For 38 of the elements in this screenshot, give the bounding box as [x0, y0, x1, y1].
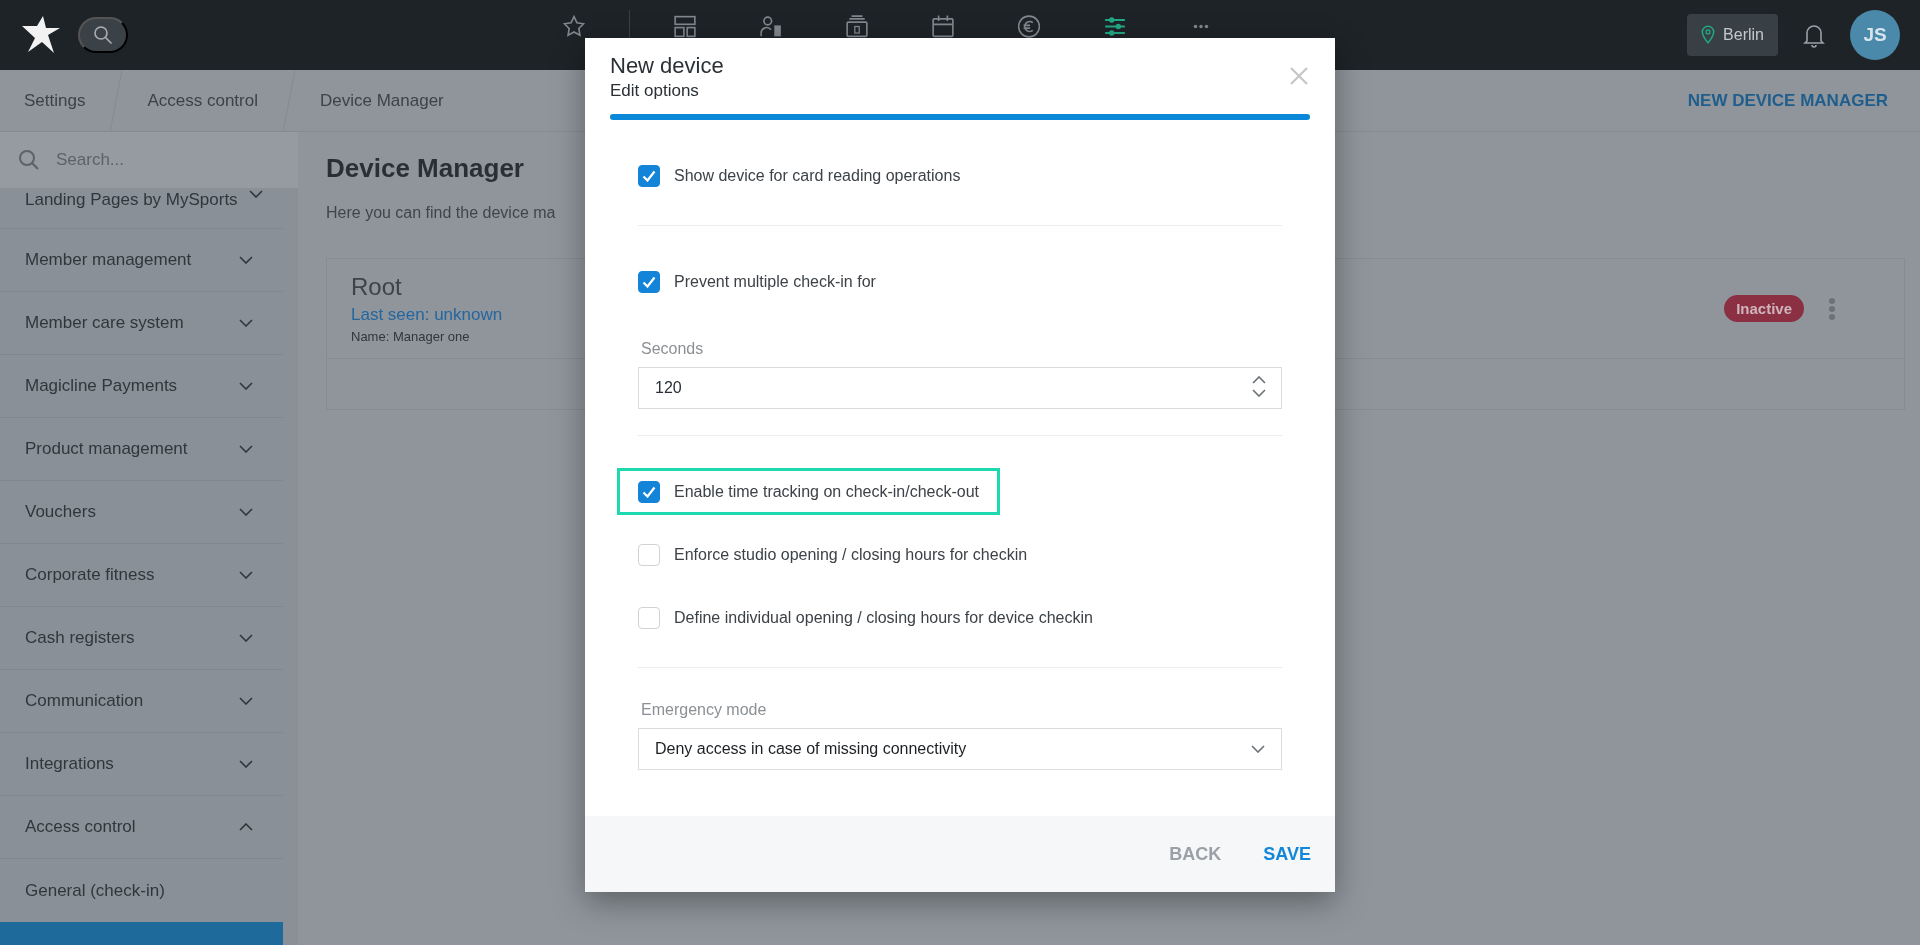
- status-badge: Inactive: [1724, 295, 1804, 322]
- sidebar-item[interactable]: Communication: [0, 670, 283, 733]
- page-description: Here you can find the device ma: [326, 204, 556, 222]
- checkbox-label: Prevent multiple check-in for: [674, 272, 876, 291]
- sidebar-item[interactable]: Access control: [0, 796, 283, 859]
- checkbox-label: Enforce studio opening / closing hours for checkin: [674, 545, 1028, 564]
- sidebar-item[interactable]: Member management: [0, 229, 283, 292]
- checkbox-label: Show device for card reading operations: [674, 166, 961, 185]
- location-button[interactable]: Berlin: [1687, 14, 1778, 56]
- save-button[interactable]: SAVE: [1263, 837, 1311, 871]
- last-seen-link[interactable]: Last seen: unknown: [351, 305, 503, 325]
- dialog-title: New device: [610, 52, 724, 80]
- sidebar-subitem[interactable]: General (check-in): [0, 859, 283, 922]
- user-avatar[interactable]: JS: [1850, 10, 1900, 60]
- number-input-field[interactable]: 120: [638, 367, 1282, 409]
- breadcrumb-link[interactable]: Access control: [123, 90, 282, 111]
- field-label: Seconds: [640, 339, 705, 359]
- sidebar-item[interactable]: Landing Pages by MySports: [0, 188, 283, 229]
- sidebar-item[interactable]: Corporate fitness: [0, 544, 283, 607]
- sidebar-item[interactable]: Magicline Payments: [0, 355, 283, 418]
- checkbox-label: Enable time tracking on check-in/check-out: [674, 482, 980, 501]
- breadcrumb-link[interactable]: Device Manager: [296, 90, 468, 111]
- sidebar-item[interactable]: Cash registers: [0, 607, 283, 670]
- select-dropdown[interactable]: Deny access in case of missing connectivity: [638, 728, 1282, 770]
- dialog-subtitle: Edit options: [610, 80, 699, 102]
- field-label: Emergency mode: [640, 700, 768, 720]
- back-button[interactable]: BACK: [1169, 837, 1222, 871]
- device-detail: Name: Manager one: [351, 329, 470, 344]
- device-name: Root: [351, 273, 402, 301]
- page-title: Device Manager: [326, 152, 524, 184]
- breadcrumb-link[interactable]: Settings: [0, 90, 110, 111]
- sidebar-search-field[interactable]: Search...: [0, 132, 298, 188]
- checkbox-label: Define individual opening / closing hours for device checkin: [674, 608, 1093, 627]
- new-device-manager-link[interactable]: NEW DEVICE MANAGER: [1687, 90, 1888, 111]
- sidebar-item[interactable]: Product management: [0, 418, 283, 481]
- sidebar-item[interactable]: Member care system: [0, 292, 283, 355]
- sidebar-item[interactable]: Integrations: [0, 733, 283, 796]
- sidebar-item[interactable]: Vouchers: [0, 481, 283, 544]
